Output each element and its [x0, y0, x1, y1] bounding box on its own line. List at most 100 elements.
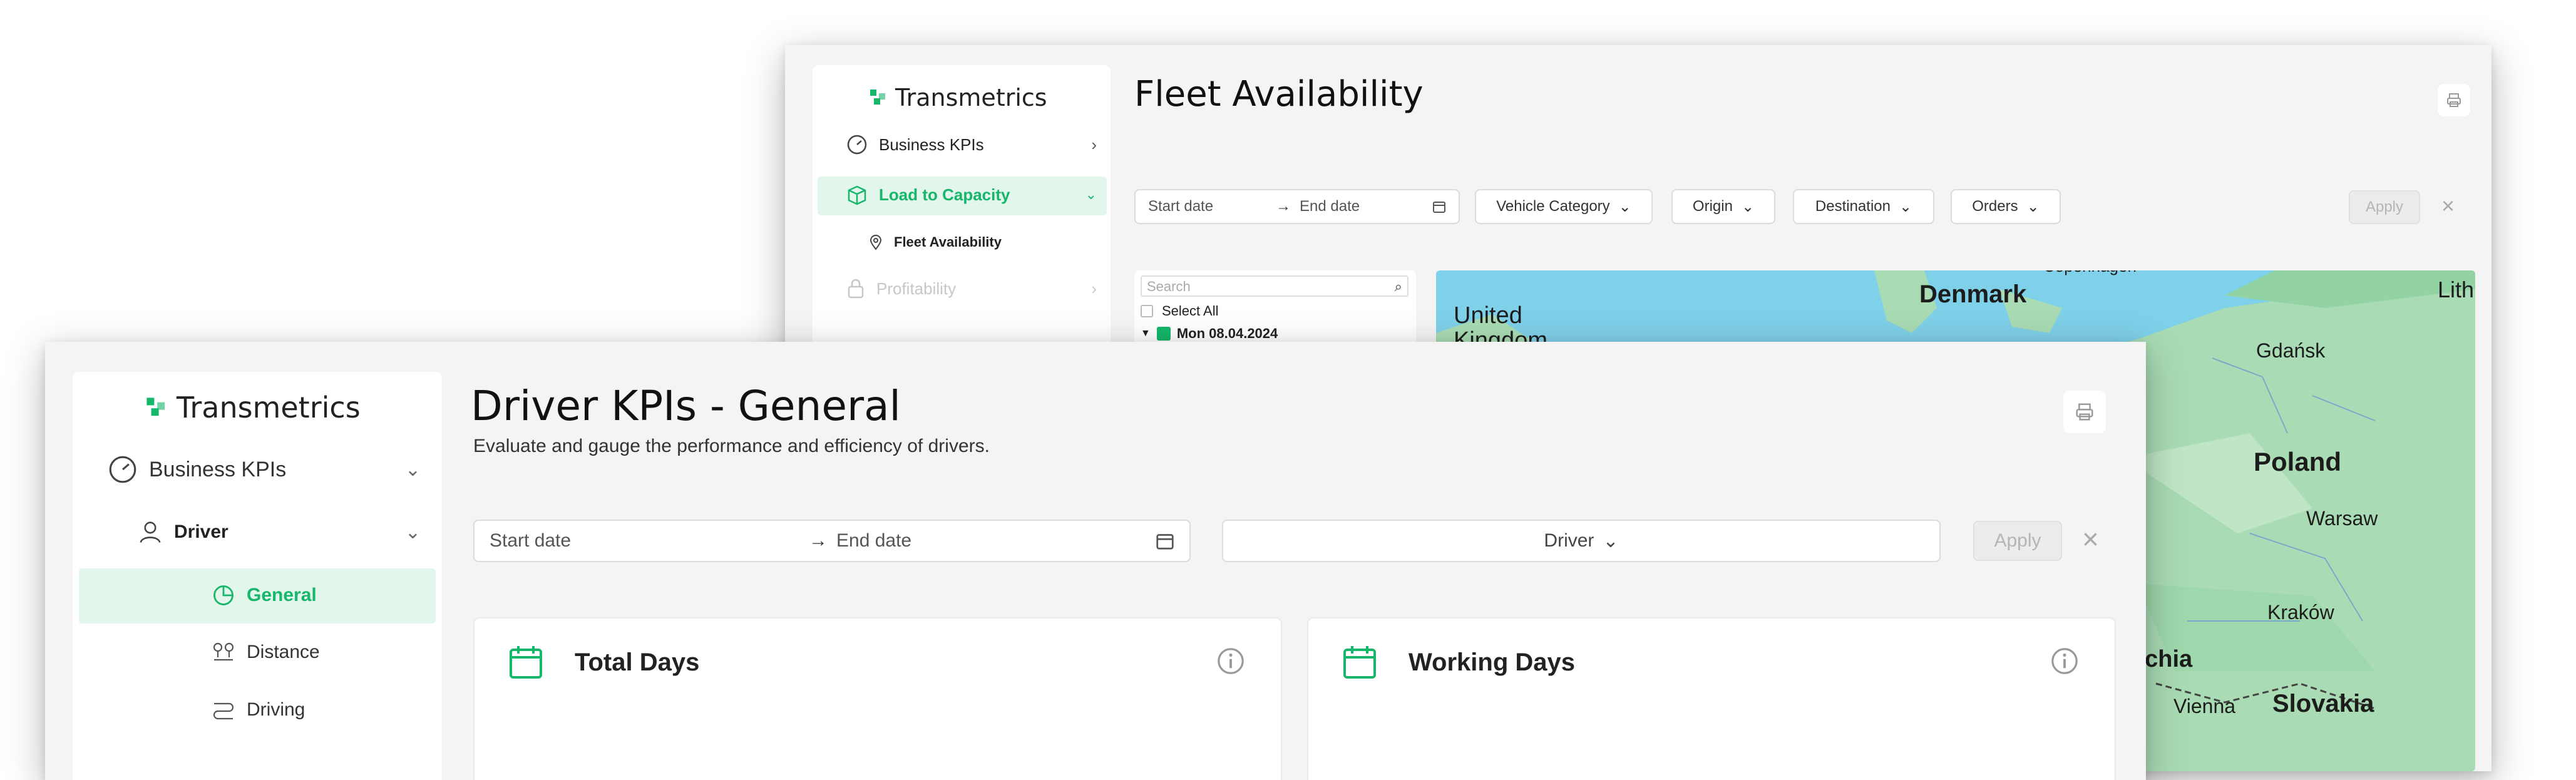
calendar-icon — [1156, 531, 1174, 550]
sidebar-item-distance[interactable]: Distance — [212, 641, 320, 664]
brand-name: Transmetrics — [177, 391, 361, 424]
sidebar-item-label: Load to Capacity — [879, 185, 1010, 204]
select-all-label: Select All — [1162, 303, 1219, 319]
print-button[interactable] — [2438, 84, 2470, 116]
chevron-down-icon: ⌄ — [1618, 198, 1631, 215]
clear-filters-icon[interactable]: × — [2441, 193, 2455, 219]
chevron-down-icon: ⌄ — [404, 459, 421, 480]
print-button[interactable] — [2063, 391, 2106, 433]
tree-date-label: Mon 08.04.2024 — [1176, 326, 1278, 341]
vehicle-category-label: Vehicle Category — [1496, 198, 1610, 215]
map-label-gdansk: Gdańsk — [2256, 339, 2326, 362]
user-icon — [138, 520, 163, 545]
checkbox-icon — [1141, 305, 1153, 317]
transmetrics-logo-icon — [145, 396, 168, 419]
map-label-warsaw: Warsaw — [2306, 507, 2378, 530]
sidebar-item-business-kpis[interactable]: Business KPIs ⌄ — [108, 454, 421, 485]
sidebar-item-label: Driving — [247, 699, 305, 720]
chevron-right-icon: › — [1091, 279, 1097, 298]
apply-label: Apply — [2365, 198, 2404, 215]
end-date-field[interactable]: End date — [836, 530, 911, 552]
vehicle-category-dropdown[interactable]: Vehicle Category ⌄ — [1475, 189, 1653, 224]
route-pins-icon — [212, 641, 235, 664]
caret-down-icon: ▼ — [1141, 328, 1151, 339]
sidebar-item-general-row: General — [212, 583, 317, 607]
chevron-down-icon: ⌄ — [1899, 198, 1912, 215]
start-date-field[interactable]: Start date — [490, 530, 800, 552]
brand-name: Transmetrics — [895, 84, 1047, 111]
arrow-right-icon: → — [809, 530, 828, 551]
map-label-denmark: Denmark — [1919, 280, 2027, 308]
map-label-copenhagen: Copenhagen — [2043, 270, 2137, 276]
destination-label: Destination — [1815, 198, 1891, 215]
total-days-card: Total Days — [473, 617, 1282, 780]
chevron-down-icon: ⌄ — [1603, 530, 1619, 552]
date-range-picker[interactable]: Start date → End date — [1134, 189, 1460, 224]
box-icon — [846, 184, 868, 205]
orders-dropdown[interactable]: Orders ⌄ — [1951, 189, 2061, 224]
start-date-field[interactable]: Start date — [1148, 198, 1267, 215]
sidebar-item-driving[interactable]: Driving — [212, 699, 305, 721]
printer-icon — [2075, 402, 2095, 422]
orders-label: Orders — [1972, 198, 2018, 215]
clear-filters-icon[interactable]: × — [2082, 522, 2099, 556]
map-label-slovakia: Slovakia — [2272, 690, 2374, 717]
page-title: Fleet Availability — [1134, 74, 1424, 115]
sidebar-item-label: Distance — [247, 642, 320, 662]
route-icon — [212, 699, 235, 721]
sidebar-item-load-to-capacity-row: Load to Capacity ⌄ — [846, 184, 1097, 205]
map-label-krakow: Kraków — [2267, 601, 2334, 623]
apply-button[interactable]: Apply — [2349, 190, 2420, 224]
sidebar: Transmetrics Business KPIs ⌄ Driver ⌄ Ge… — [73, 372, 442, 780]
working-days-card: Working Days — [1307, 617, 2116, 780]
origin-dropdown[interactable]: Origin ⌄ — [1671, 189, 1775, 224]
driver-kpis-window: Transmetrics Business KPIs ⌄ Driver ⌄ Ge… — [45, 342, 2146, 780]
end-date-field[interactable]: End date — [1300, 198, 1419, 215]
tree-date-row[interactable]: ▼ Mon 08.04.2024 — [1141, 326, 1278, 342]
sidebar-item-label: General — [247, 585, 317, 605]
location-pin-icon — [869, 234, 883, 250]
info-icon[interactable] — [1216, 646, 1246, 676]
page-title: Driver KPIs - General — [471, 382, 901, 430]
brand-logo: Transmetrics — [869, 84, 1047, 111]
destination-dropdown[interactable]: Destination ⌄ — [1793, 189, 1934, 224]
page-subtitle: Evaluate and gauge the performance and e… — [473, 436, 990, 456]
driver-dropdown[interactable]: Driver ⌄ — [1222, 520, 1941, 562]
card-title: Total Days — [575, 649, 700, 676]
sidebar-item-label: Business KPIs — [149, 457, 287, 481]
sidebar-item-label: Driver — [174, 521, 228, 542]
pie-chart-icon — [212, 583, 235, 607]
chevron-down-icon: ⌄ — [1085, 187, 1097, 202]
chevron-down-icon: ⌄ — [404, 521, 421, 543]
sidebar-item-profitability[interactable]: Profitability › — [846, 278, 1097, 299]
speedometer-icon — [846, 134, 868, 155]
printer-icon — [2446, 92, 2462, 108]
sidebar-item-fleet-availability[interactable]: Fleet Availability — [869, 234, 1002, 250]
sidebar-item-driver[interactable]: Driver ⌄ — [138, 520, 421, 545]
map-label-lith: Lith — [2438, 277, 2475, 302]
checkbox-checked-icon — [1156, 327, 1171, 341]
calendar-icon — [1341, 644, 1378, 681]
chevron-down-icon: ⌄ — [2026, 198, 2040, 215]
origin-label: Origin — [1692, 198, 1733, 215]
sidebar-item-label: Profitability — [876, 279, 957, 298]
sidebar-item-label: Business KPIs — [879, 135, 984, 154]
brand-logo: Transmetrics — [145, 391, 361, 424]
calendar-icon — [1432, 200, 1446, 213]
driver-label: Driver — [1544, 530, 1594, 551]
card-title: Working Days — [1409, 649, 1575, 676]
date-range-picker[interactable]: Start date → End date — [473, 520, 1191, 562]
apply-button[interactable]: Apply — [1973, 521, 2062, 561]
chevron-down-icon: ⌄ — [1741, 198, 1755, 215]
select-all-row[interactable]: Select All — [1141, 303, 1219, 319]
calendar-icon — [507, 644, 545, 681]
sidebar-item-business-kpis[interactable]: Business KPIs › — [846, 134, 1097, 155]
lock-icon — [846, 278, 865, 299]
map-label-vienna: Vienna — [2173, 695, 2236, 717]
search-icon: ⌕ — [1394, 279, 1402, 294]
tree-search-box[interactable]: Search ⌕ — [1141, 275, 1409, 297]
map-label-poland: Poland — [2254, 447, 2342, 476]
sidebar-item-label: Fleet Availability — [894, 234, 1002, 250]
speedometer-icon — [108, 454, 138, 485]
info-icon[interactable] — [2050, 646, 2080, 676]
